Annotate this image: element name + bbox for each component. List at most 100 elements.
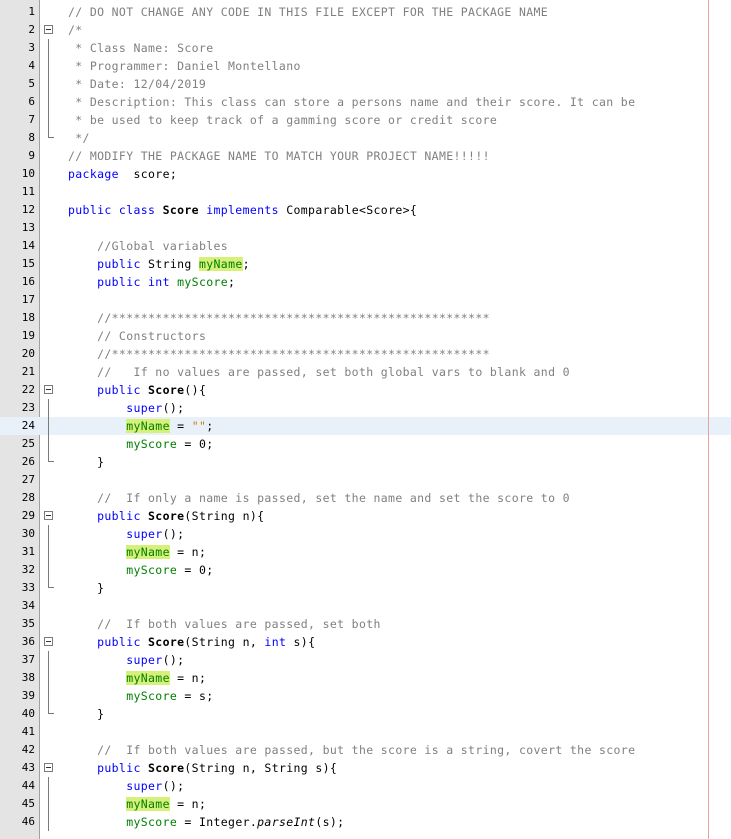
code-text[interactable]: super(); — [68, 525, 184, 543]
code-line[interactable]: 13 — [0, 219, 731, 237]
code-token: ; — [206, 419, 214, 433]
code-line[interactable]: 37 super(); — [0, 651, 731, 669]
code-line[interactable]: 33 } — [0, 579, 731, 597]
line-number: 45 — [21, 797, 35, 810]
code-text[interactable]: package score; — [68, 165, 177, 183]
code-line[interactable]: 2 /* — [0, 21, 731, 39]
code-line[interactable]: 3 * Class Name: Score — [0, 39, 731, 57]
code-token: } — [68, 581, 105, 595]
code-text[interactable]: public Score(String n){ — [68, 507, 264, 525]
code-text[interactable]: * Class Name: Score — [68, 39, 213, 57]
code-text[interactable]: * be used to keep track of a gamming sco… — [68, 111, 497, 129]
code-line[interactable]: 19 // Constructors — [0, 327, 731, 345]
code-line[interactable]: 42 // If both values are passed, but the… — [0, 741, 731, 759]
code-text[interactable]: myScore = s; — [68, 687, 214, 705]
code-line[interactable]: 38 myName = n; — [0, 669, 731, 687]
code-line[interactable]: 46 myScore = Integer.parseInt(s); — [0, 813, 731, 831]
code-line[interactable]: 32 myScore = 0; — [0, 561, 731, 579]
code-line[interactable]: 12 public class Score implements Comparab… — [0, 201, 731, 219]
code-text[interactable]: } — [68, 579, 104, 597]
code-line[interactable]: 23 super(); — [0, 399, 731, 417]
code-text[interactable]: // Constructors — [68, 327, 206, 345]
code-line[interactable]: 26 } — [0, 453, 731, 471]
code-text[interactable]: super(); — [68, 777, 184, 795]
code-text[interactable]: } — [68, 453, 104, 471]
code-text[interactable]: //Global variables — [68, 237, 228, 255]
code-line[interactable]: 10 package score; — [0, 165, 731, 183]
code-text[interactable]: public Score(String n, String s){ — [68, 759, 337, 777]
code-line[interactable]: 9 // MODIFY THE PACKAGE NAME TO MATCH YOU… — [0, 147, 731, 165]
code-text[interactable]: public class Score implements Comparable… — [68, 201, 417, 219]
code-line[interactable]: 4 * Programmer: Daniel Montellano — [0, 57, 731, 75]
code-editor[interactable]: 1 // DO NOT CHANGE ANY CODE IN THIS FILE … — [0, 0, 731, 839]
code-line[interactable]: 36 public Score(String n, int s){ — [0, 633, 731, 651]
code-line[interactable]: 27 — [0, 471, 731, 489]
code-line[interactable]: 31 myName = n; — [0, 543, 731, 561]
code-line[interactable]: 20 //***********************************… — [0, 345, 731, 363]
code-token: * Programmer: Daniel Montellano — [68, 59, 301, 73]
code-line[interactable]: 18 //***********************************… — [0, 309, 731, 327]
code-token: Score — [148, 635, 185, 649]
fold-collapse-icon[interactable] — [44, 511, 53, 520]
code-text[interactable]: } — [68, 705, 104, 723]
fold-collapse-icon[interactable] — [44, 385, 53, 394]
code-line[interactable]: 11 — [0, 183, 731, 201]
code-text[interactable]: super(); — [68, 651, 184, 669]
code-line[interactable]: 29 public Score(String n){ — [0, 507, 731, 525]
code-line[interactable]: 45 myName = n; — [0, 795, 731, 813]
code-line[interactable]: 7 * be used to keep track of a gamming s… — [0, 111, 731, 129]
code-line[interactable]: 34 — [0, 597, 731, 615]
code-text[interactable]: myName = ""; — [68, 417, 214, 435]
code-line[interactable]: 44 super(); — [0, 777, 731, 795]
code-text[interactable]: * Description: This class can store a pe… — [68, 93, 635, 111]
code-text[interactable]: myScore = 0; — [68, 561, 214, 579]
code-text[interactable]: /* — [68, 21, 83, 39]
code-text[interactable]: public Score(String n, int s){ — [68, 633, 315, 651]
code-text[interactable]: public String myName; — [68, 255, 250, 273]
code-line[interactable]: 5 * Date: 12/04/2019 — [0, 75, 731, 93]
code-line[interactable]: 40 } — [0, 705, 731, 723]
fold-collapse-icon[interactable] — [44, 25, 53, 34]
fold-collapse-icon[interactable] — [44, 763, 53, 772]
code-line[interactable]: 17 — [0, 291, 731, 309]
code-text[interactable]: public int myScore; — [68, 273, 235, 291]
code-line[interactable]: 39 myScore = s; — [0, 687, 731, 705]
code-line[interactable]: 1 // DO NOT CHANGE ANY CODE IN THIS FILE … — [0, 3, 731, 21]
code-line[interactable]: 28 // If only a name is passed, set the … — [0, 489, 731, 507]
code-text[interactable]: super(); — [68, 399, 184, 417]
code-text[interactable]: myScore = 0; — [68, 435, 214, 453]
code-text[interactable]: // MODIFY THE PACKAGE NAME TO MATCH YOUR… — [68, 147, 490, 165]
code-text[interactable]: //**************************************… — [68, 345, 490, 363]
code-line[interactable]: 30 super(); — [0, 525, 731, 543]
code-text[interactable]: * Programmer: Daniel Montellano — [68, 57, 301, 75]
code-text[interactable]: myName = n; — [68, 795, 206, 813]
code-line[interactable]: 35 // If both values are passed, set bot… — [0, 615, 731, 633]
code-text[interactable]: myScore = Integer.parseInt(s); — [68, 813, 344, 831]
code-text[interactable]: * Date: 12/04/2019 — [68, 75, 206, 93]
code-line[interactable]: 6 * Description: This class can store a … — [0, 93, 731, 111]
code-text[interactable]: public Score(){ — [68, 381, 206, 399]
code-line[interactable]: 14 //Global variables — [0, 237, 731, 255]
code-line[interactable]: 21 // If no values are passed, set both … — [0, 363, 731, 381]
code-text[interactable]: myName = n; — [68, 669, 206, 687]
code-line[interactable]: 25 myScore = 0; — [0, 435, 731, 453]
code-line[interactable]: 15 public String myName; — [0, 255, 731, 273]
code-text[interactable]: // If both values are passed, set both — [68, 615, 381, 633]
code-text[interactable]: // If no values are passed, set both glo… — [68, 363, 570, 381]
code-text[interactable]: // If both values are passed, but the sc… — [68, 741, 635, 759]
code-text[interactable]: */ — [68, 129, 90, 147]
fold-collapse-icon[interactable] — [44, 637, 53, 646]
code-line[interactable]: 41 — [0, 723, 731, 741]
code-line[interactable]: 8 */ — [0, 129, 731, 147]
code-text[interactable]: // DO NOT CHANGE ANY CODE IN THIS FILE E… — [68, 3, 548, 21]
code-line[interactable]: 16 public int myScore; — [0, 273, 731, 291]
code-text[interactable]: //**************************************… — [68, 309, 490, 327]
code-line[interactable]: 22 public Score(){ — [0, 381, 731, 399]
code-line[interactable]: 43 public Score(String n, String s){ — [0, 759, 731, 777]
code-text[interactable]: myName = n; — [68, 543, 206, 561]
code-line[interactable]: 24 myName = ""; — [0, 417, 731, 435]
code-text[interactable]: // If only a name is passed, set the nam… — [68, 489, 570, 507]
